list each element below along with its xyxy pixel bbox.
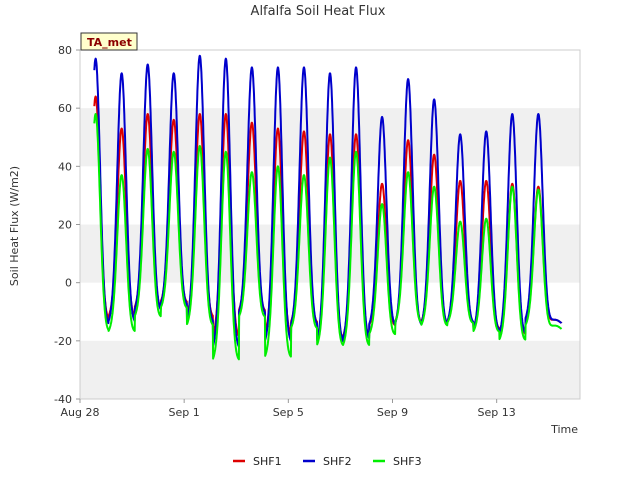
y-tick-label: 80	[58, 44, 72, 57]
legend-label-shf2: SHF2	[323, 455, 352, 468]
y-tick-label: 20	[58, 219, 72, 232]
legend-label-shf3: SHF3	[393, 455, 422, 468]
series-line-shf2	[93, 54, 563, 348]
x-tick-label: Sep 9	[377, 406, 408, 419]
y-tick-label: 40	[58, 160, 72, 173]
chart-title: Alfalfa Soil Heat Flux	[251, 4, 386, 19]
y-axis-label: Soil Heat Flux (W/m2)	[8, 166, 21, 286]
ta-met-badge: TA_met	[80, 32, 138, 51]
series-lines	[93, 54, 563, 361]
y-axis-ticks: -40 -20 0 20 40 60 80	[54, 44, 80, 406]
x-tick-label: Sep 5	[273, 406, 304, 419]
legend: SHF1 SHF2 SHF3	[233, 455, 422, 468]
legend-label-shf1: SHF1	[253, 455, 282, 468]
grid-band	[80, 340, 580, 399]
x-axis-label: Time	[550, 423, 578, 436]
x-tick-label: Aug 28	[61, 406, 100, 419]
x-tick-label: Sep 13	[478, 406, 516, 419]
y-tick-label: -40	[54, 393, 72, 406]
y-tick-label: 60	[58, 102, 72, 115]
y-tick-label: 0	[65, 277, 72, 290]
x-axis-ticks: Aug 28 Sep 1 Sep 5 Sep 9 Sep 13	[61, 399, 516, 419]
ta-met-badge-label: TA_met	[87, 36, 132, 49]
x-tick-label: Sep 1	[169, 406, 200, 419]
soil-heat-flux-chart: Alfalfa Soil Heat Flux -40 -20 0 20 40 60 80 A…	[8, 4, 581, 468]
y-tick-label: -20	[54, 335, 72, 348]
